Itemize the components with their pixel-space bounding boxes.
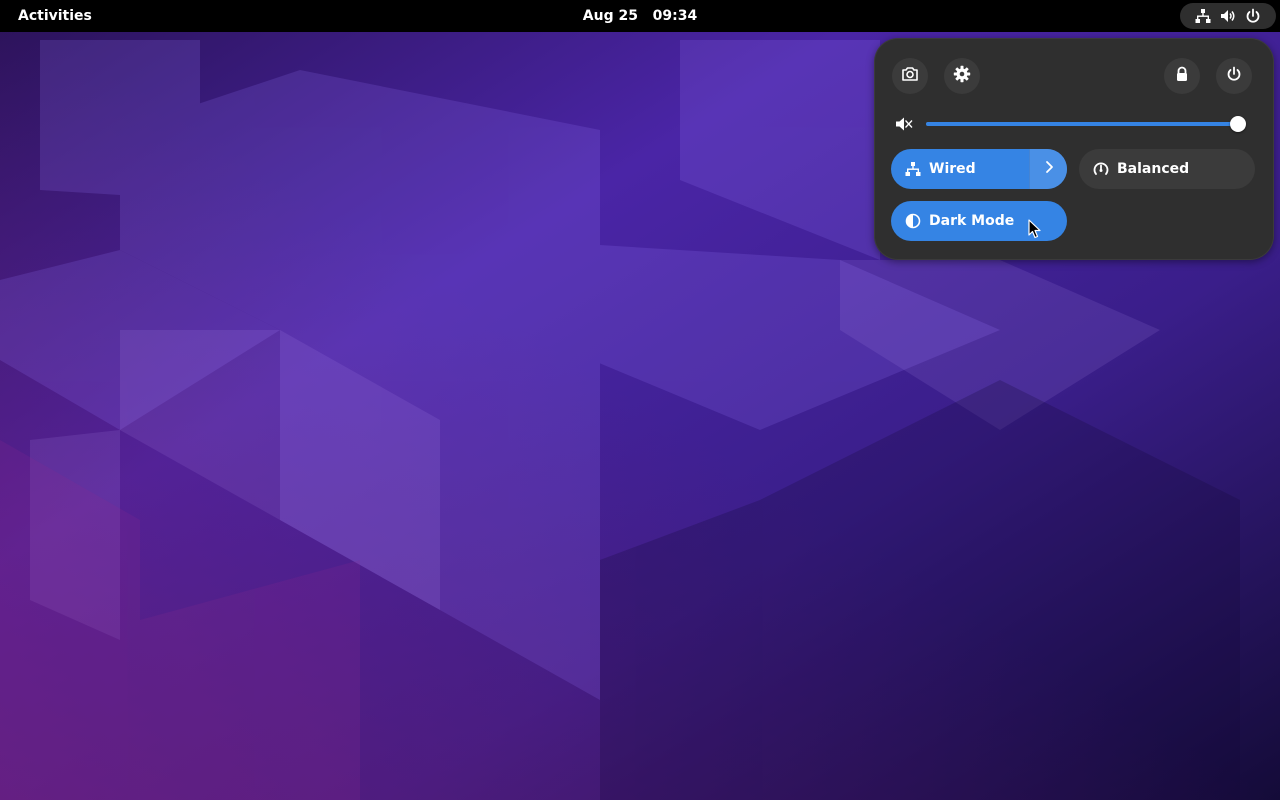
dark-mode-label: Dark Mode bbox=[929, 213, 1015, 229]
quick-settings-panel: Wired Balanced Dark Mode bbox=[874, 38, 1274, 260]
clock-time: 09:34 bbox=[652, 8, 698, 24]
wired-menu-arrow-button[interactable] bbox=[1029, 149, 1067, 189]
dark-mode-icon bbox=[905, 213, 921, 229]
volume-muted-icon[interactable] bbox=[894, 114, 914, 134]
power-icon bbox=[1226, 66, 1242, 86]
volume-slider-knob[interactable] bbox=[1230, 116, 1246, 132]
power-profile-balanced-icon bbox=[1093, 161, 1109, 177]
volume-slider[interactable] bbox=[926, 112, 1246, 136]
screenshot-icon bbox=[901, 65, 919, 87]
power-icon bbox=[1245, 8, 1261, 24]
wired-toggle-label: Wired bbox=[929, 161, 976, 177]
screenshot-button[interactable] bbox=[892, 58, 928, 94]
clock-date: Aug 25 bbox=[582, 8, 638, 24]
clock-button[interactable]: Aug 25 09:34 bbox=[583, 0, 697, 32]
wired-network-toggle[interactable]: Wired bbox=[891, 149, 1067, 189]
power-off-button[interactable] bbox=[1216, 58, 1252, 94]
activities-button[interactable]: Activities bbox=[0, 0, 110, 32]
top-bar: Activities Aug 25 09:34 bbox=[0, 0, 1280, 32]
volume-slider-fill bbox=[926, 122, 1238, 126]
settings-gear-icon bbox=[953, 65, 971, 87]
system-indicators-button[interactable] bbox=[1180, 3, 1276, 29]
clock-spacer bbox=[638, 8, 653, 24]
volume-icon bbox=[1220, 8, 1236, 24]
dark-mode-toggle[interactable]: Dark Mode bbox=[891, 201, 1067, 241]
power-mode-label: Balanced bbox=[1117, 161, 1190, 177]
settings-button[interactable] bbox=[944, 58, 980, 94]
wired-toggle-main[interactable]: Wired bbox=[891, 149, 1029, 189]
lock-icon bbox=[1174, 66, 1190, 86]
lock-screen-button[interactable] bbox=[1164, 58, 1200, 94]
power-mode-toggle[interactable]: Balanced bbox=[1079, 149, 1255, 189]
network-wired-icon bbox=[905, 161, 921, 177]
volume-row bbox=[894, 112, 1254, 136]
activities-label: Activities bbox=[18, 8, 92, 24]
network-wired-icon bbox=[1195, 8, 1211, 24]
chevron-right-icon bbox=[1042, 160, 1056, 178]
